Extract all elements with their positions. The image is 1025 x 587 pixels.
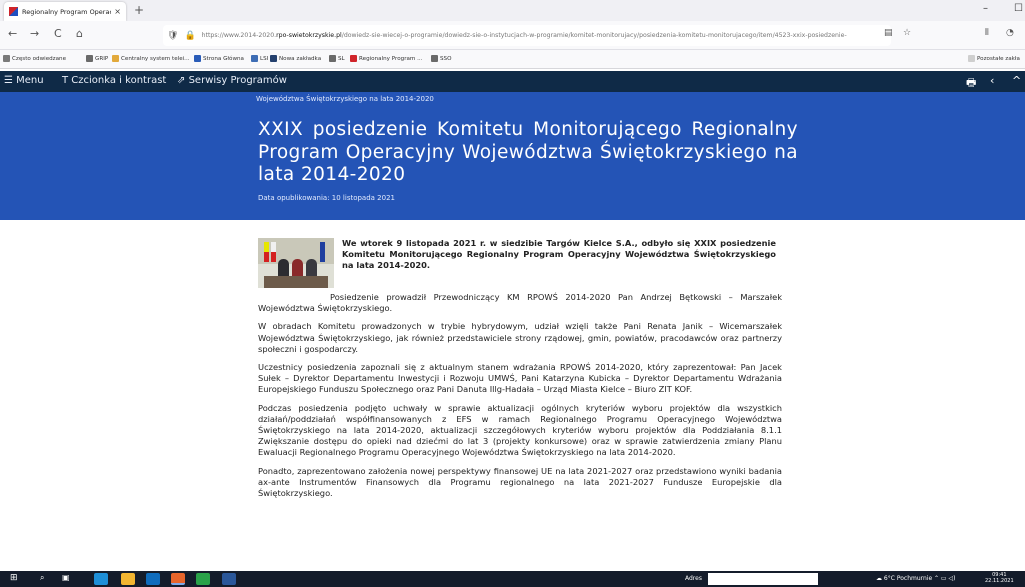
paragraph: Uczestnicy posiedzenia zapoznali się z a…: [258, 362, 782, 395]
bookmark-favicon-icon: [251, 55, 258, 62]
bookmark-item[interactable]: SL: [329, 55, 345, 62]
paragraph: Ponadto, zaprezentowano założenia nowej …: [258, 465, 782, 499]
cloud-icon: ☁: [876, 575, 882, 582]
new-tab-button[interactable]: +: [134, 3, 144, 17]
menu-button[interactable]: ☰ Menu: [4, 75, 44, 86]
tab-title: Regionalny Program Operacyjn: [22, 7, 112, 16]
program-services-button[interactable]: ⇗ Serwisy Programów: [177, 75, 287, 86]
lock-icon[interactable]: 🔒: [184, 31, 195, 41]
breadcrumb: Województwa Świętokrzyskiego na lata 201…: [256, 95, 434, 103]
firefox-icon[interactable]: [171, 573, 185, 585]
bookmark-item[interactable]: Centralny system telei...: [112, 55, 190, 62]
account-icon[interactable]: ◔: [1006, 28, 1014, 38]
site-favicon-icon: [9, 7, 18, 16]
word-icon[interactable]: [222, 573, 236, 585]
bookmark-item[interactable]: GRIP: [86, 55, 108, 62]
url-path: /dowiedz-sie-wiecej-o-programie/dowiedz-…: [341, 32, 847, 39]
library-icon[interactable]: ⫴: [985, 28, 989, 38]
meeting-photo[interactable]: [258, 238, 334, 288]
bookmark-item[interactable]: Regionalny Program ...: [350, 55, 422, 62]
address-toolbar-label: Adres: [685, 575, 702, 582]
bookmark-item[interactable]: LSI: [251, 55, 268, 62]
reload-icon[interactable]: C: [54, 27, 62, 40]
browser-tab-strip: Regionalny Program Operacyjn × + – ☐: [0, 0, 1025, 21]
forward-icon[interactable]: →: [30, 27, 39, 40]
page-banner: Województwa Świętokrzyskiego na lata 201…: [0, 92, 1025, 220]
bookmark-favicon-icon: [329, 55, 336, 62]
other-bookmarks[interactable]: Pozostałe zakła: [968, 55, 1020, 62]
tab-close-icon[interactable]: ×: [114, 7, 121, 16]
weather-widget[interactable]: ☁ 6°C Pochmurnie: [876, 575, 932, 582]
browser-tab[interactable]: Regionalny Program Operacyjn ×: [4, 2, 126, 21]
site-toolbar: ☰ Menu T Czcionka i kontrast ⇗ Serwisy P…: [0, 71, 1025, 92]
url-bar[interactable]: 🛡 🔒 https://www.2014-2020. rpo-swietokrzy…: [163, 25, 891, 46]
back-icon[interactable]: ←: [8, 27, 17, 40]
article-body: We wtorek 9 listopada 2021 r. w siedzibi…: [258, 238, 782, 506]
print-icon[interactable]: 🖶: [966, 74, 976, 93]
publication-date: Data opublikowania: 10 listopada 2021: [258, 194, 395, 202]
share-icon: ⇗: [177, 75, 186, 86]
system-tray-icons[interactable]: ⌃ ▭ ◁): [934, 575, 955, 582]
paragraph: Posiedzenie prowadził Przewodniczący KM …: [258, 292, 782, 314]
bookmark-favicon-icon: [350, 55, 357, 62]
bookmark-favicon-icon: [194, 55, 201, 62]
browser-nav-bar: ← → C ⌂ 🛡 🔒 https://www.2014-2020. rpo-sw…: [0, 21, 1025, 50]
windows-taskbar: ⊞ ⌕ ▣ Adres ☁ 6°C Pochmurnie ⌃ ▭ ◁) 09:4…: [0, 571, 1025, 587]
text-size-icon: T: [62, 75, 69, 86]
bookmark-item[interactable]: Nowa zakładka: [270, 55, 321, 62]
task-view-icon[interactable]: ▣: [62, 573, 70, 582]
bookmark-item[interactable]: Często odwiedzane: [3, 55, 66, 62]
paragraph: W obradach Komitetu prowadzonych w trybi…: [258, 321, 782, 354]
paragraph: Podczas posiedzenia podjęto uchwały w sp…: [258, 402, 782, 458]
windows-start-icon[interactable]: ⊞: [10, 573, 18, 583]
url-domain: rpo-swietokrzyskie.pl: [276, 32, 342, 39]
bookmark-favicon-icon: [86, 55, 93, 62]
bookmark-item[interactable]: Strona Główna: [194, 55, 244, 62]
font-contrast-button[interactable]: T Czcionka i kontrast: [62, 75, 166, 86]
url-prefix: https://www.2014-2020.: [201, 32, 277, 39]
app-icon[interactable]: [196, 573, 210, 585]
edge-icon[interactable]: [94, 573, 108, 585]
chevron-up-icon[interactable]: ^: [1012, 74, 1021, 87]
hamburger-icon: ☰: [4, 75, 13, 86]
maximize-icon[interactable]: ☐: [1014, 3, 1023, 14]
bookmark-favicon-icon: [270, 55, 277, 62]
bookmark-favicon-icon: [112, 55, 119, 62]
bookmarks-bar: Często odwiedzane GRIP Centralny system …: [0, 50, 1025, 69]
bookmark-item[interactable]: SSO: [431, 55, 452, 62]
folder-icon: [968, 55, 975, 62]
reader-view-icon[interactable]: ▤: [884, 28, 893, 38]
clock[interactable]: 09:41 22.11.2021: [985, 572, 1014, 584]
outlook-icon[interactable]: [146, 573, 160, 585]
minimize-icon[interactable]: –: [983, 3, 988, 14]
chevron-left-icon[interactable]: ‹: [990, 74, 994, 87]
bookmark-favicon-icon: [431, 55, 438, 62]
article-lead: We wtorek 9 listopada 2021 r. w siedzibi…: [342, 238, 776, 271]
page-title: XXIX posiedzenie Komitetu Monitorującego…: [258, 119, 798, 185]
shield-icon[interactable]: 🛡: [167, 31, 178, 41]
file-explorer-icon[interactable]: [121, 573, 135, 585]
home-icon[interactable]: ⌂: [76, 27, 83, 40]
bookmark-favicon-icon: [3, 55, 10, 62]
bookmark-star-icon[interactable]: ☆: [903, 28, 911, 38]
address-toolbar-input[interactable]: [708, 573, 818, 585]
search-icon[interactable]: ⌕: [40, 573, 44, 583]
